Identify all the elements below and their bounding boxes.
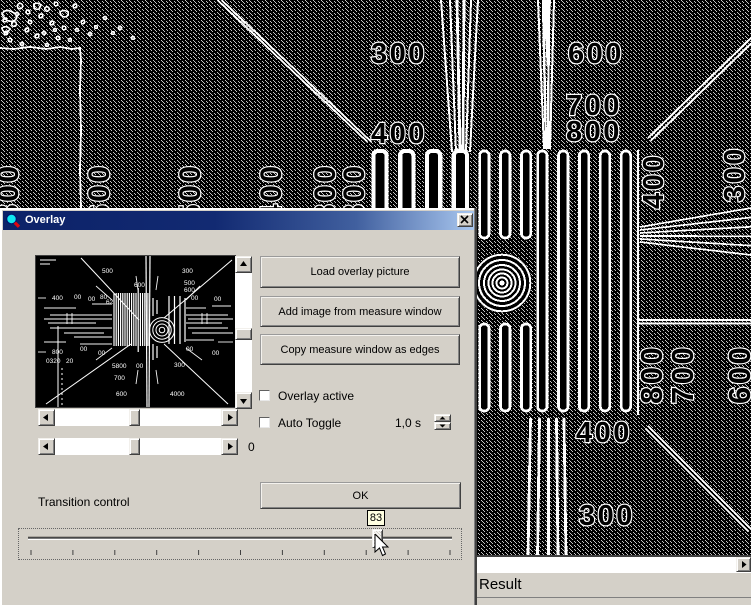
svg-text:600: 600 <box>116 391 127 398</box>
svg-text:00: 00 <box>136 363 144 370</box>
svg-text:0320: 0320 <box>46 358 61 365</box>
svg-text:700: 700 <box>665 345 700 404</box>
svg-text:400: 400 <box>576 417 632 449</box>
svg-text:00: 00 <box>80 346 88 353</box>
svg-text:00: 00 <box>74 294 82 301</box>
svg-text:400: 400 <box>638 153 670 209</box>
svg-text:500: 500 <box>184 280 195 287</box>
svg-text:300: 300 <box>174 362 185 369</box>
svg-text:62: 62 <box>106 299 114 306</box>
svg-text:600: 600 <box>722 345 751 404</box>
svg-text:20: 20 <box>66 358 74 365</box>
svg-text:5800: 5800 <box>112 363 127 370</box>
svg-text:00: 00 <box>191 295 199 302</box>
svg-text:00: 00 <box>88 296 96 303</box>
svg-text:500: 500 <box>102 268 113 275</box>
svg-text:800: 800 <box>52 349 63 356</box>
svg-text:300: 300 <box>371 38 427 70</box>
svg-text:300: 300 <box>579 500 635 532</box>
svg-text:600: 600 <box>134 282 145 289</box>
svg-text:400: 400 <box>52 295 63 302</box>
svg-text:400: 400 <box>371 118 427 150</box>
svg-text:300: 300 <box>182 268 193 275</box>
svg-text:00: 00 <box>186 346 194 353</box>
svg-text:700: 700 <box>114 375 125 382</box>
svg-text:300: 300 <box>719 146 751 202</box>
svg-text:4000: 4000 <box>170 391 185 398</box>
svg-text:800: 800 <box>566 116 622 148</box>
svg-text:800: 800 <box>634 345 669 404</box>
svg-text:00: 00 <box>214 296 222 303</box>
svg-text:600: 600 <box>568 38 624 70</box>
svg-text:00: 00 <box>212 350 220 357</box>
